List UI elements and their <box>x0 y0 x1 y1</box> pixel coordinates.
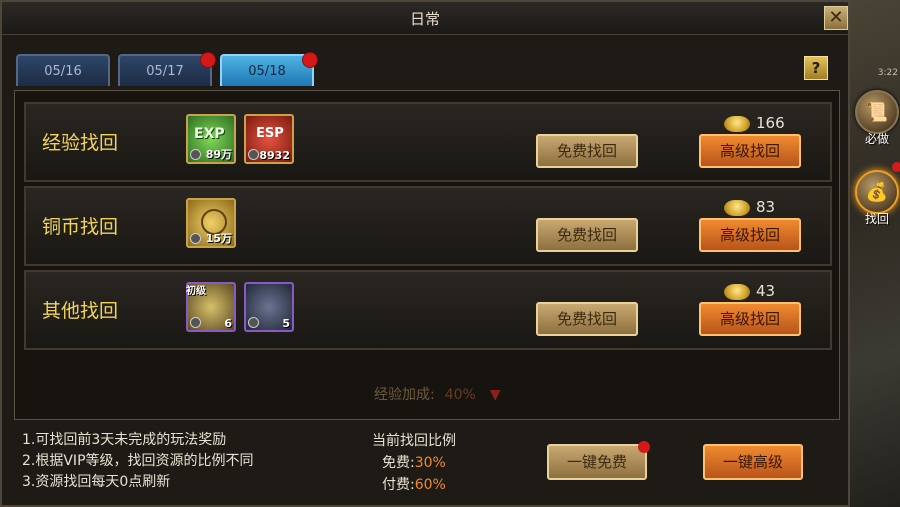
scroll-icon: 📜 <box>855 90 899 134</box>
bag-item[interactable]: 初级 6 <box>186 282 236 332</box>
bonus-value: 40% <box>444 387 476 403</box>
retrieve-row-exp: 经验找回 EXP 89万 ESP 8932 免费找回 166 高级找回 <box>24 102 832 182</box>
title-bar: 日常 ✕ <box>2 2 848 35</box>
coin-icon <box>190 233 201 244</box>
note-line: 1.可找回前3天未完成的玩法奖励 <box>22 432 227 448</box>
note-line: 2.根据VIP等级，找回资源的比例不同 <box>22 453 254 469</box>
row-title: 其他找回 <box>42 300 119 322</box>
close-button[interactable]: ✕ <box>824 6 848 30</box>
advanced-retrieve-button[interactable]: 高级找回 <box>699 302 801 336</box>
retrieve-ratio: 当前找回比例 免费:30% 付费:60% <box>372 430 456 496</box>
gold-ingot-icon <box>724 116 750 132</box>
item-count: 6 <box>224 317 232 330</box>
esp-item[interactable]: ESP 8932 <box>244 114 294 164</box>
ratio-free-label: 免费: <box>382 455 415 471</box>
item-count: 15万 <box>205 232 232 245</box>
coin-icon <box>190 149 201 160</box>
coin-icon <box>190 317 201 328</box>
side-button-retrieve[interactable]: 💰 找回 <box>855 170 899 227</box>
ore-item[interactable]: 5 <box>244 282 294 332</box>
item-count: 8932 <box>259 149 290 162</box>
ratio-title: 当前找回比例 <box>372 433 456 449</box>
ratio-paid-label: 付费: <box>382 477 415 493</box>
clock-text: 3:22 <box>877 68 898 78</box>
bag-icon: 💰 <box>855 170 899 214</box>
gold-ingot-icon <box>724 284 750 300</box>
arrow-down-icon: ▼ <box>489 387 501 403</box>
exp-icon: EXP <box>194 126 225 142</box>
copper-coin-item[interactable]: 15万 <box>186 198 236 248</box>
tab-0517[interactable]: 05/17 <box>118 52 216 86</box>
row-title: 经验找回 <box>42 132 119 154</box>
gold-ingot-icon <box>724 200 750 216</box>
help-button[interactable]: ? <box>804 56 828 80</box>
tab-label: 05/18 <box>248 64 286 79</box>
onekey-free-button[interactable]: 一键免费 <box>547 441 650 480</box>
row-title: 铜币找回 <box>42 216 119 238</box>
notification-dot <box>200 52 216 68</box>
tab-label: 05/17 <box>146 64 184 79</box>
notes: 1.可找回前3天未完成的玩法奖励 2.根据VIP等级，找回资源的比例不同 3.资… <box>22 430 254 493</box>
tab-label: 05/16 <box>44 64 82 79</box>
gold-cost: 43 <box>756 282 776 300</box>
item-grade-tag: 初级 <box>186 286 206 297</box>
notification-dot <box>638 441 650 453</box>
window-title: 日常 <box>409 10 440 28</box>
daily-panel: 日常 ✕ 05/16 05/17 05/18 ? 经验找回 EXP 89万 ES… <box>0 0 850 507</box>
button-label: 一键免费 <box>566 453 627 471</box>
onekey-advanced-button[interactable]: 一键高级 <box>703 444 803 480</box>
item-count: 5 <box>282 317 290 330</box>
exp-bonus: 经验加成: 40% ▼ <box>374 384 501 404</box>
side-button-required[interactable]: 📜 必做 <box>855 90 899 147</box>
ratio-free-value: 30% <box>414 455 446 471</box>
game-background: 3:22 <box>848 0 900 507</box>
note-line: 3.资源找回每天0点刷新 <box>22 474 171 490</box>
ratio-paid-value: 60% <box>414 477 446 493</box>
tab-0518[interactable]: 05/18 <box>220 52 318 86</box>
esp-icon: ESP <box>256 126 284 141</box>
free-retrieve-button[interactable]: 免费找回 <box>536 218 638 252</box>
retrieve-row-copper: 铜币找回 15万 免费找回 83 高级找回 <box>24 186 832 266</box>
gold-cost: 83 <box>756 198 776 216</box>
notification-dot <box>302 52 318 68</box>
side-button-label: 必做 <box>864 132 889 146</box>
free-retrieve-button[interactable]: 免费找回 <box>536 302 638 336</box>
side-button-label: 找回 <box>864 212 889 226</box>
ratio-paid: 付费:60% <box>382 474 456 496</box>
gold-cost: 166 <box>756 114 785 132</box>
advanced-retrieve-button[interactable]: 高级找回 <box>699 134 801 168</box>
free-retrieve-button[interactable]: 免费找回 <box>536 134 638 168</box>
advanced-retrieve-button[interactable]: 高级找回 <box>699 218 801 252</box>
bonus-label: 经验加成: <box>374 387 435 403</box>
coin-icon <box>248 149 259 160</box>
tab-0516[interactable]: 05/16 <box>16 54 110 86</box>
coin-icon <box>248 317 259 328</box>
notification-dot <box>892 162 900 172</box>
item-count: 89万 <box>205 148 232 161</box>
retrieve-row-other: 其他找回 初级 6 5 免费找回 43 高级找回 <box>24 270 832 350</box>
ratio-free: 免费:30% <box>382 452 456 474</box>
exp-item[interactable]: EXP 89万 <box>186 114 236 164</box>
